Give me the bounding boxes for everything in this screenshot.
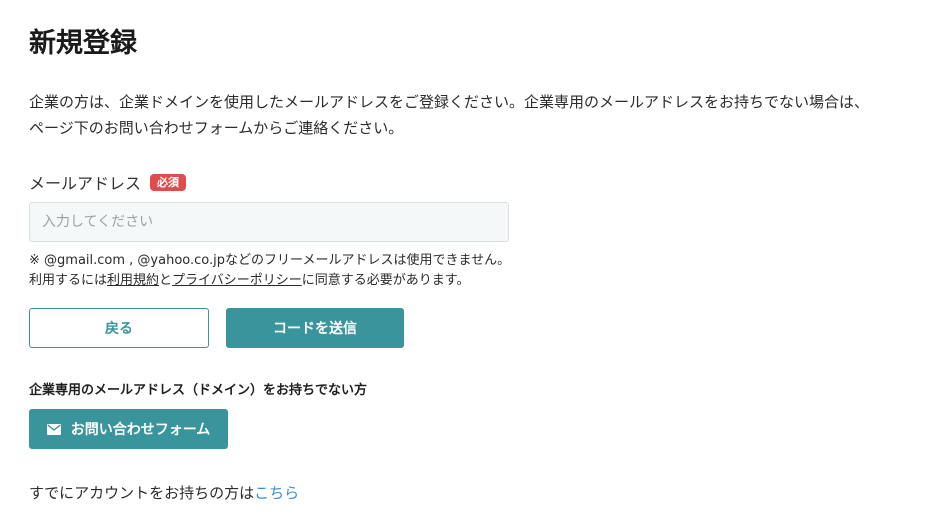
- intro-text: 企業の方は、企業ドメインを使用したメールアドレスをご登録ください。企業専用のメー…: [29, 89, 919, 141]
- agreement-and: と: [159, 273, 173, 288]
- back-button[interactable]: 戻る: [29, 308, 209, 348]
- page-title: 新規登録: [29, 28, 137, 59]
- login-prompt-text: すでにアカウントをお持ちの方は: [29, 484, 255, 502]
- required-badge: 必須: [150, 173, 187, 191]
- free-mail-note: ※ @gmail.com , @yahoo.co.jpなどのフリーメールアドレス…: [29, 253, 511, 268]
- email-notes: ※ @gmail.com , @yahoo.co.jpなどのフリーメールアドレス…: [29, 251, 510, 291]
- send-code-button[interactable]: コードを送信: [226, 308, 404, 348]
- contact-form-button[interactable]: お問い合わせフォーム: [29, 409, 228, 449]
- terms-link[interactable]: 利用規約: [107, 273, 159, 288]
- email-input[interactable]: [29, 202, 509, 242]
- mail-icon: [46, 423, 61, 435]
- login-prompt: すでにアカウントをお持ちの方はこちら: [29, 482, 299, 504]
- agreement-prefix: 利用するには: [29, 273, 108, 288]
- intro-line-2: ページ下のお問い合わせフォームからご連絡ください。: [29, 119, 404, 137]
- privacy-policy-link[interactable]: プライバシーポリシー: [172, 273, 302, 288]
- login-link[interactable]: こちら: [254, 484, 299, 502]
- back-button-label: 戻る: [105, 321, 133, 337]
- email-field-label: メールアドレス: [29, 174, 142, 193]
- no-domain-heading: 企業専用のメールアドレス（ドメイン）をお持ちでない方: [29, 383, 368, 398]
- agreement-suffix: に同意する必要があります。: [301, 273, 470, 288]
- agreement-note: 利用するには利用規約とプライバシーポリシーに同意する必要があります。: [29, 271, 510, 291]
- email-label-row: メールアドレス 必須: [29, 170, 187, 194]
- intro-line-1: 企業の方は、企業ドメインを使用したメールアドレスをご登録ください。企業専用のメー…: [29, 93, 870, 111]
- send-code-button-label: コードを送信: [273, 321, 357, 337]
- contact-form-button-label: お問い合わせフォーム: [70, 422, 211, 438]
